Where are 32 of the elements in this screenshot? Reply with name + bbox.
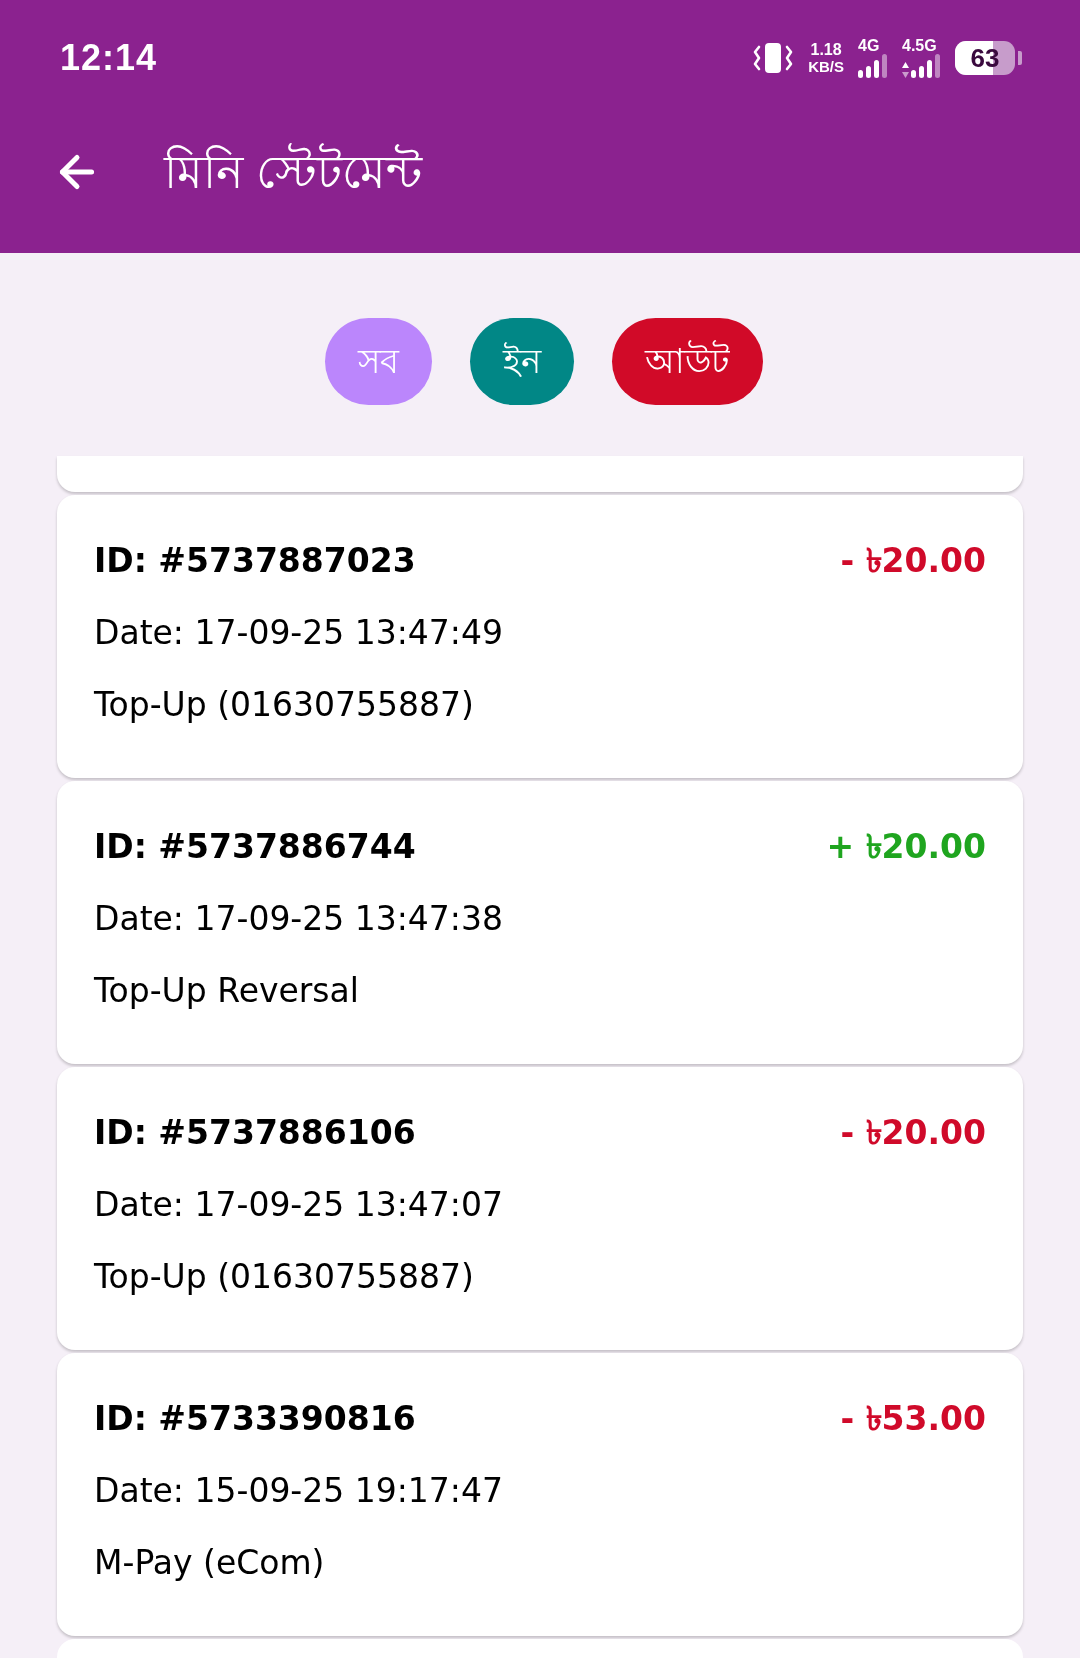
transaction-description: Top-Up (01630755887) [94,1256,474,1299]
transaction-id: ID: #5737887023 [94,540,416,583]
transaction-description: Top-Up (01630755887) [94,684,474,727]
page-title: মিনি স্টেটমেন্ট [164,142,422,200]
signal-icon [911,54,941,78]
status-time: 12:14 [60,36,158,80]
transaction-id: ID: #5733390816 [94,1398,416,1441]
transaction-date: Date: 15-09-25 19:17:47 [94,1470,503,1513]
filter-button[interactable]: আউট [612,318,763,405]
network-type: 4G [858,38,880,54]
filter-button[interactable]: ইন [470,318,574,405]
transaction-amount: - ৳20.00 [840,1112,986,1155]
transaction-amount: - ৳53.00 [840,1398,986,1441]
transaction-card[interactable]: ID: #5737886744 + ৳20.00 Date: 17-09-25 13:47:38 Top-Up Reversal [57,781,1023,1064]
transaction-card[interactable]: ID: #5737887023 - ৳20.00 Date: 17-09-25 13:47:49 Top-Up (01630755887) [57,495,1023,778]
transaction-card[interactable]: ID: #5737886106 - ৳20.00 Date: 17-09-25 13:47:07 Top-Up (01630755887) [57,1067,1023,1350]
transaction-date: Date: 17-09-25 13:47:38 [94,898,503,941]
transaction-date: Date: 17-09-25 13:47:07 [94,1184,503,1227]
transaction-date: Date: 17-09-25 13:47:49 [94,612,503,655]
transaction-amount: + ৳20.00 [826,826,986,869]
transaction-id: ID: #5737886744 [94,826,416,869]
transaction-amount: - ৳20.00 [840,540,986,583]
transaction-id: ID: #5737886106 [94,1112,416,1155]
network-speed-value: 1.18 [810,42,842,58]
network-speed-unit: KB/S [808,59,844,74]
transaction-card[interactable]: ID: #5733390816 - ৳53.00 Date: 15-09-25 19:17:47 M-Pay (eCom) [57,1353,1023,1636]
transaction-description: Top-Up Reversal [94,970,359,1013]
vibrate-icon [752,41,795,75]
network-type: 4.5G [902,38,937,54]
battery-percent: 63 [970,45,1000,71]
signal-icon [858,54,888,78]
transaction-description: M-Pay (eCom) [94,1542,325,1585]
